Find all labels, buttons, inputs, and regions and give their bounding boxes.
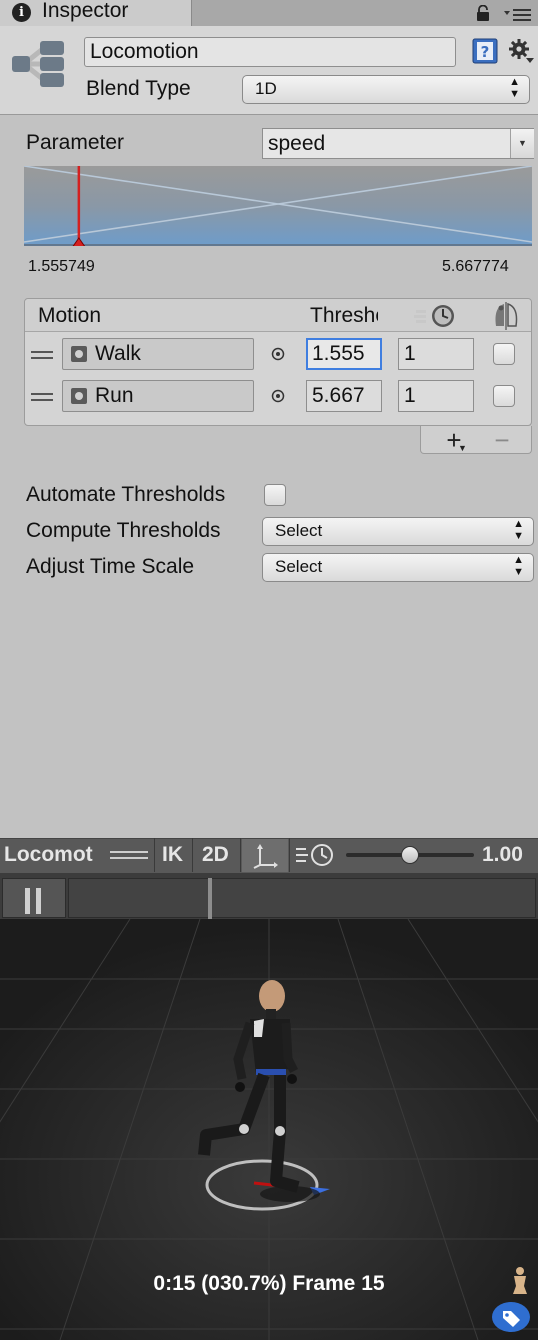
speed-icon: [296, 844, 333, 866]
tab-title: Inspector: [42, 0, 129, 22]
blend-type-value: 1D: [255, 79, 277, 98]
column-threshold: Threshold: [310, 304, 378, 327]
info-icon: i: [12, 3, 31, 22]
speed-field[interactable]: 1: [398, 338, 474, 370]
compute-thresholds-value: Select: [275, 521, 323, 540]
column-motion: Motion: [38, 304, 102, 327]
2d-toggle[interactable]: 2D: [202, 838, 229, 872]
motion-name: Run: [95, 384, 134, 407]
animation-clip-icon: [71, 346, 87, 362]
mirror-checkbox[interactable]: [493, 343, 515, 365]
svg-text:?: ?: [481, 43, 490, 61]
pivot-icon: [253, 844, 278, 869]
motion-field[interactable]: Walk: [62, 338, 254, 370]
mirror-checkbox[interactable]: [493, 385, 515, 407]
help-icon[interactable]: ?: [472, 38, 498, 64]
gear-icon[interactable]: [508, 38, 534, 64]
adjust-time-scale-dropdown[interactable]: Select ▲ ▼: [262, 553, 534, 582]
list-footer: [420, 426, 532, 454]
motion-name: Walk: [95, 342, 141, 365]
compute-thresholds-label: Compute Thresholds: [26, 519, 221, 542]
animation-clip-icon: [71, 388, 87, 404]
drag-handle-icon[interactable]: [31, 393, 53, 401]
speed-field[interactable]: 1: [398, 380, 474, 412]
adjust-time-scale-value: Select: [275, 557, 323, 576]
context-menu-icon[interactable]: [504, 6, 532, 22]
speed-slider-handle[interactable]: [401, 846, 419, 864]
dropdown-arrows-icon: ▲ ▼: [513, 554, 524, 578]
add-motion-button[interactable]: + ▼: [440, 427, 468, 454]
speed-clock-icon: [414, 305, 454, 327]
threshold-field[interactable]: 1.555: [306, 338, 382, 370]
blend-type-label: Blend Type: [86, 77, 191, 100]
pause-icon: [25, 888, 41, 914]
automate-thresholds-checkbox[interactable]: [264, 484, 286, 506]
blend-type-dropdown[interactable]: 1D ▲ ▼: [242, 75, 530, 104]
drag-handle-icon[interactable]: [110, 851, 148, 859]
compute-thresholds-dropdown[interactable]: Select ▲ ▼: [262, 517, 534, 546]
tag-icon[interactable]: [492, 1302, 530, 1332]
preview-clip-name[interactable]: Locomot: [4, 838, 93, 872]
ik-toggle[interactable]: IK: [162, 838, 183, 872]
threshold-field[interactable]: 5.667: [306, 380, 382, 412]
remove-motion-button[interactable]: −: [490, 427, 514, 454]
graph-max-value: 5.667774: [442, 258, 509, 275]
time-readout: 0:15 (030.7%) Frame 15: [153, 1272, 385, 1295]
dropdown-arrows-icon: ▲ ▼: [509, 76, 520, 100]
target-icon[interactable]: [271, 347, 285, 361]
motion-field[interactable]: Run: [62, 380, 254, 412]
state-name-field[interactable]: Locomotion: [84, 37, 456, 67]
parameter-label: Parameter: [26, 131, 125, 154]
mirror-icon: [495, 302, 518, 330]
blend-tree-icon: [12, 41, 64, 87]
chevron-down-icon[interactable]: ▼: [510, 129, 534, 158]
time-scrubber[interactable]: [208, 878, 212, 919]
lock-icon[interactable]: [476, 5, 490, 21]
dropdown-arrows-icon: ▲ ▼: [513, 518, 524, 542]
parameter-field[interactable]: speed: [262, 128, 534, 159]
speed-value: 1.00: [482, 843, 523, 866]
graph-min-value: 1.555749: [28, 258, 95, 275]
avatar-icon[interactable]: [510, 1266, 530, 1296]
blend-graph[interactable]: [24, 166, 532, 246]
pivot-toggle[interactable]: [242, 839, 288, 872]
time-scrub-bar[interactable]: [68, 878, 536, 918]
drag-handle-icon[interactable]: [31, 351, 53, 359]
target-icon[interactable]: [271, 389, 285, 403]
adjust-time-scale-label: Adjust Time Scale: [26, 555, 195, 578]
automate-thresholds-label: Automate Thresholds: [26, 483, 226, 506]
